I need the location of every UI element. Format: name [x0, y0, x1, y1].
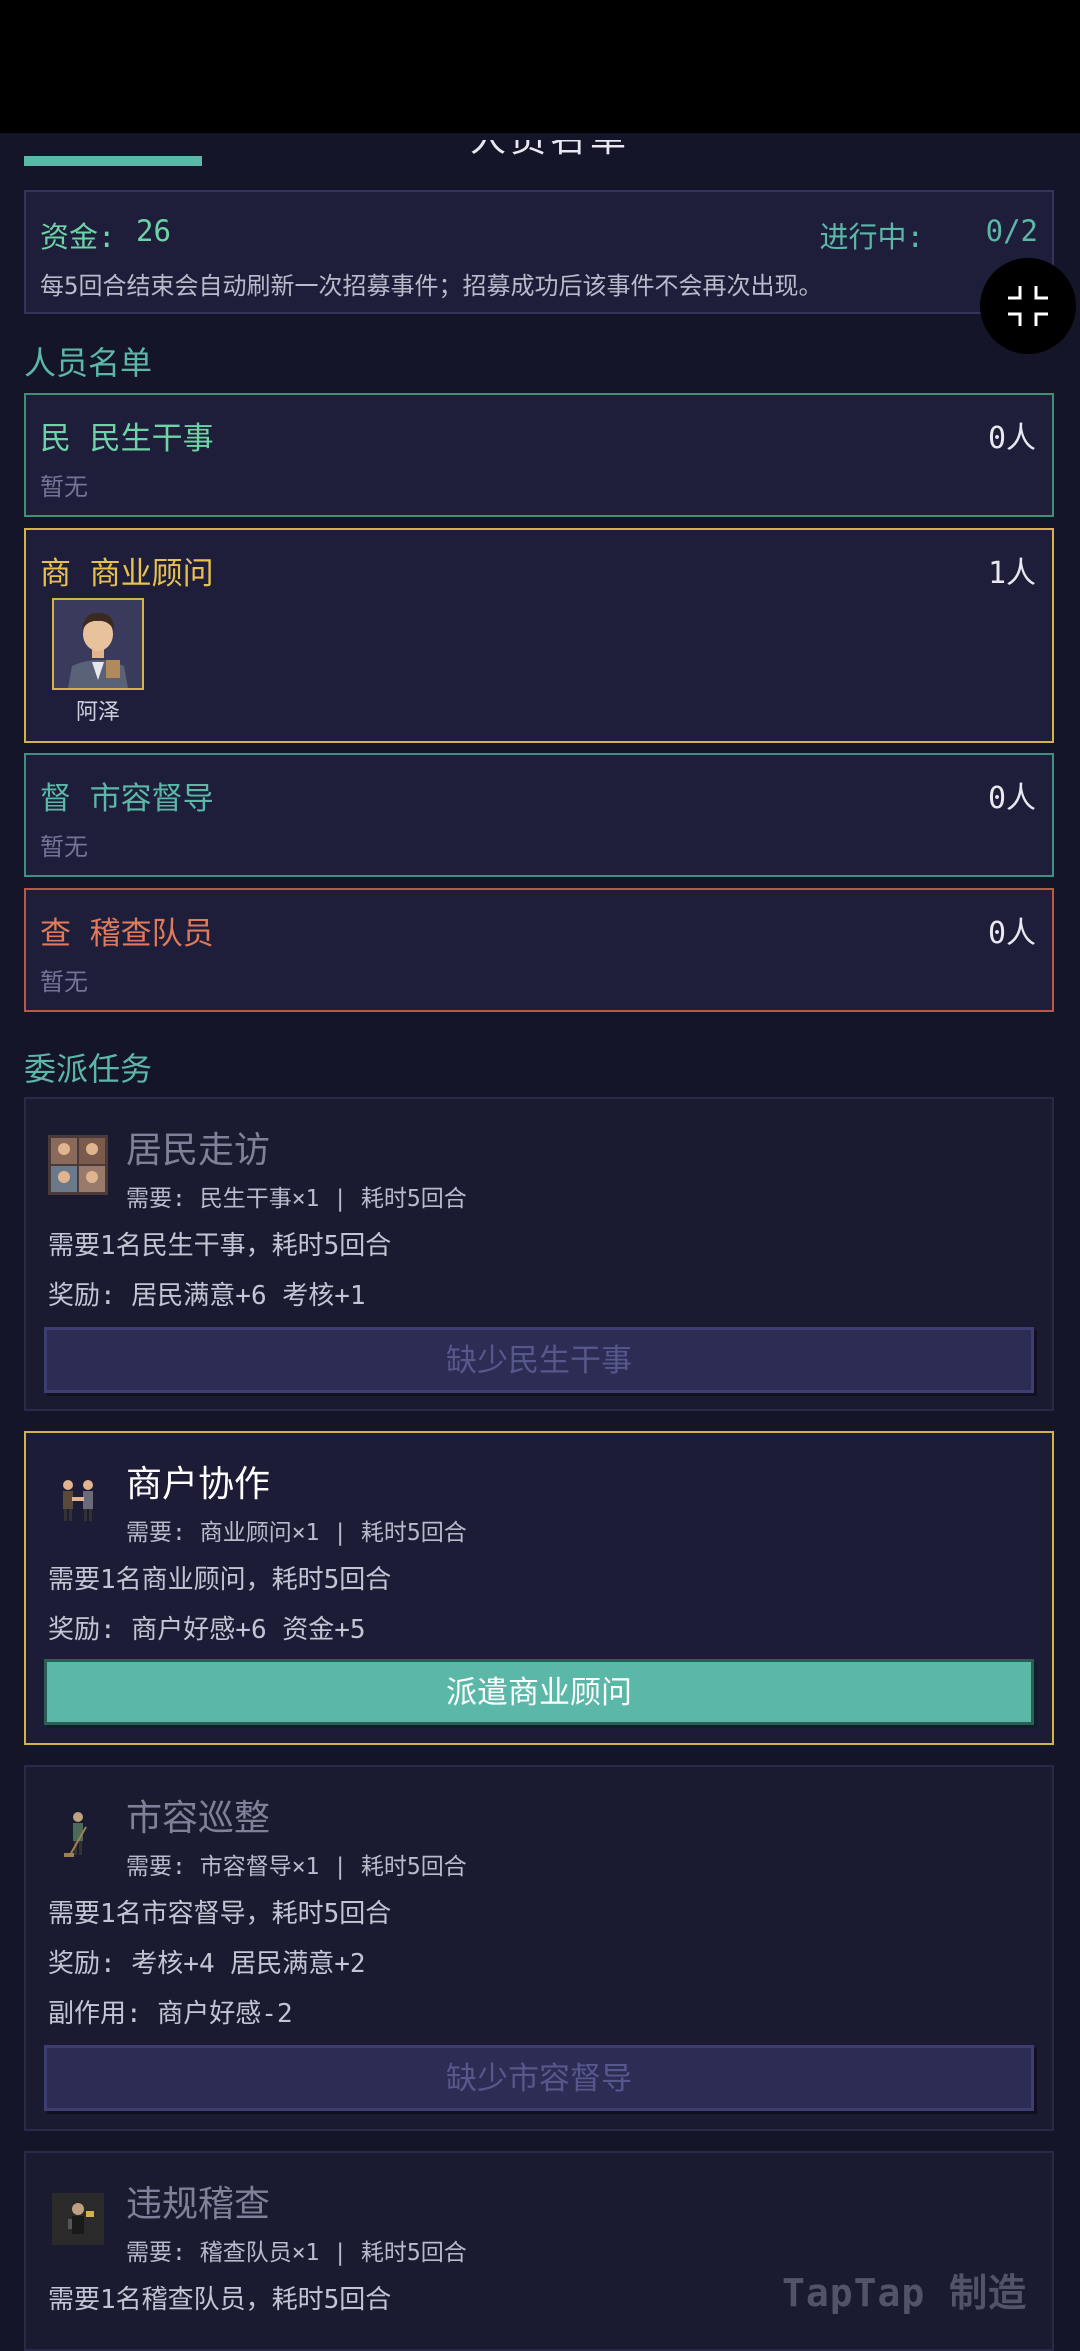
task-reward: 奖励: 居民满意+6 考核+1 [48, 1281, 366, 1311]
task-card-city-patrol: 市容巡整 需要: 市容督导×1 | 耗时5回合 需要1名市容督导，耗时5回合 奖… [24, 1765, 1054, 2131]
staff-group-city[interactable]: 督 市容督导 0人 暂无 [24, 753, 1054, 877]
group-count: 1人 [987, 556, 1036, 591]
task-description: 需要1名稽查队员，耗时5回合 [48, 2285, 392, 2315]
dispatch-button-disabled[interactable]: 缺少市容督导 [44, 2045, 1034, 2111]
collapse-button[interactable] [980, 258, 1076, 354]
dispatch-advisor-button[interactable]: 派遣商业顾问 [44, 1659, 1034, 1725]
staff-group-inspection[interactable]: 查 稽查队员 0人 暂无 [24, 888, 1054, 1012]
task-requirement: 需要: 市容督导×1 | 耗时5回合 [126, 1854, 467, 1880]
task-name: 商户协作 [126, 1464, 271, 1505]
group-name: 查 稽查队员 [40, 916, 214, 952]
group-empty: 暂无 [40, 968, 88, 996]
task-name: 市容巡整 [126, 1798, 271, 1839]
task-card-resident-visit: 居民走访 需要: 民生干事×1 | 耗时5回合 需要1名民生干事，耗时5回合 奖… [24, 1097, 1054, 1411]
task-requirement: 需要: 稽查队员×1 | 耗时5回合 [126, 2240, 467, 2266]
residents-icon [48, 1135, 108, 1195]
group-name: 民 民生干事 [40, 421, 214, 457]
dispatch-button-disabled[interactable]: 缺少民生干事 [44, 1327, 1034, 1393]
group-empty: 暂无 [40, 833, 88, 861]
collapse-icon [1008, 286, 1048, 326]
task-requirement: 需要: 商业顾问×1 | 耗时5回合 [126, 1520, 467, 1546]
task-description: 需要1名市容督导，耗时5回合 [48, 1899, 392, 1929]
group-name: 商 商业顾问 [40, 556, 214, 592]
funds-label: 资金: [40, 220, 116, 254]
advisor-portrait-icon [54, 600, 142, 688]
page-title: 人员名单 [470, 140, 660, 158]
status-bar [0, 0, 1080, 133]
tab-indicator [24, 156, 202, 166]
task-reward: 奖励: 商户好感+6 资金+5 [48, 1615, 366, 1645]
refresh-note: 每5回合结束会自动刷新一次招募事件；招募成功后该事件不会再次出现。 [40, 272, 823, 300]
sweeper-icon [64, 1812, 87, 1857]
group-empty: 暂无 [40, 473, 88, 501]
staff-member-name: 阿泽 [75, 700, 120, 725]
staff-group-civil[interactable]: 民 民生干事 0人 暂无 [24, 393, 1054, 517]
progress-value: 0/2 [985, 214, 1038, 248]
handshake-icon [63, 1480, 93, 1521]
group-count: 0人 [987, 421, 1036, 456]
task-section-title: 委派任务 [24, 1050, 153, 1088]
staff-avatar[interactable] [52, 598, 144, 690]
task-name: 违规稽查 [126, 2184, 271, 2225]
group-count: 0人 [987, 781, 1036, 816]
task-reward: 奖励: 考核+4 居民满意+2 [48, 1949, 366, 1979]
task-description: 需要1名民生干事，耗时5回合 [48, 1231, 392, 1261]
task-name: 居民走访 [126, 1130, 271, 1171]
staff-group-business[interactable]: 商 商业顾问 1人 阿泽 [24, 528, 1054, 743]
task-requirement: 需要: 民生干事×1 | 耗时5回合 [126, 1186, 467, 1212]
task-description: 需要1名商业顾问，耗时5回合 [48, 1565, 392, 1595]
task-card-merchant-cooperation: 商户协作 需要: 商业顾问×1 | 耗时5回合 需要1名商业顾问，耗时5回合 奖… [24, 1431, 1054, 1745]
progress-label: 进行中: [819, 220, 924, 254]
task-card-violation-inspection: 违规稽查 需要: 稽查队员×1 | 耗时5回合 需要1名稽查队员，耗时5回合 [24, 2151, 1054, 2351]
inspector-icon [52, 2193, 104, 2245]
staff-section-title: 人员名单 [24, 344, 153, 382]
taptap-watermark: TapTap 制造 [782, 2271, 1028, 2315]
task-side-effect: 副作用: 商户好感-2 [48, 1999, 293, 2029]
funds-value: 26 [136, 214, 171, 248]
funds-panel: 资金: 26 进行中: 0/2 每5回合结束会自动刷新一次招募事件；招募成功后该… [24, 190, 1054, 314]
group-name: 督 市容督导 [40, 781, 214, 817]
group-count: 0人 [987, 916, 1036, 951]
